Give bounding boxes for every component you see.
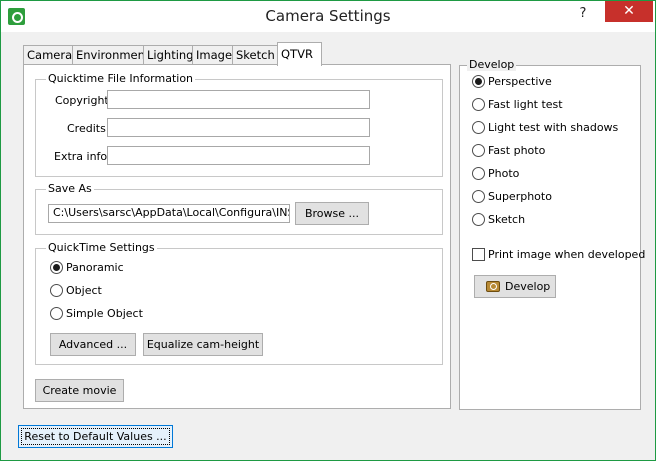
radio-fast-photo-indicator[interactable] <box>472 144 485 157</box>
extra-info-label: Extra info <box>54 150 108 163</box>
develop-button-label: Develop <box>505 280 551 293</box>
tab-image[interactable]: Image <box>192 45 233 65</box>
print-when-developed-box[interactable] <box>472 248 485 261</box>
create-movie-button[interactable]: Create movie <box>35 379 124 402</box>
help-button[interactable]: ? <box>575 6 591 24</box>
tab-environment[interactable]: Environment <box>72 45 149 65</box>
radio-panoramic-indicator[interactable] <box>50 261 63 274</box>
radio-fast-light-test-indicator[interactable] <box>472 98 485 111</box>
develop-group: Perspective Fast light test Light test w… <box>459 65 645 410</box>
radio-superphoto-label: Superphoto <box>488 190 552 203</box>
camera-icon <box>486 281 500 292</box>
tab-lighting[interactable]: Lighting <box>143 45 193 65</box>
credits-field[interactable] <box>107 118 370 137</box>
tab-sketch[interactable]: Sketch <box>232 45 278 65</box>
radio-light-test-shadows-indicator[interactable] <box>472 121 485 134</box>
title-bar: Camera Settings ? ✕ <box>1 1 655 32</box>
tab-camera[interactable]: Camera <box>23 45 73 65</box>
radio-perspective-indicator[interactable] <box>472 75 485 88</box>
credits-label: Credits <box>67 122 106 135</box>
print-when-developed-label: Print image when developed <box>488 248 646 261</box>
equalize-cam-height-button[interactable]: Equalize cam-height <box>143 333 263 356</box>
radio-sketch-label: Sketch <box>488 213 526 226</box>
radio-simple-object-label: Simple Object <box>66 307 143 320</box>
develop-button[interactable]: Develop <box>474 275 556 298</box>
tab-qtvr[interactable]: QTVR <box>277 42 322 66</box>
extra-info-field[interactable] <box>107 146 370 165</box>
copyright-label: Copyright <box>55 94 109 107</box>
save-as-label: Save As <box>46 182 94 195</box>
radio-photo-label: Photo <box>488 167 520 180</box>
radio-fast-light-test-label: Fast light test <box>488 98 563 111</box>
radio-object-indicator[interactable] <box>50 284 63 297</box>
radio-light-test-shadows-label: Light test with shadows <box>488 121 619 134</box>
radio-simple-object-indicator[interactable] <box>50 307 63 320</box>
camera-settings-window: Camera Settings ? ✕ Camera Environment L… <box>0 0 656 461</box>
browse-button[interactable]: Browse ... <box>295 202 369 225</box>
quicktime-file-info-label: Quicktime File Information <box>46 72 196 85</box>
radio-perspective-label: Perspective <box>488 75 552 88</box>
window-title: Camera Settings <box>265 7 391 25</box>
radio-superphoto-indicator[interactable] <box>472 190 485 203</box>
reset-defaults-button[interactable]: Reset to Default Values ... <box>18 425 173 448</box>
radio-photo-indicator[interactable] <box>472 167 485 180</box>
qtvr-tab-panel: Quicktime File Information Copyright Cre… <box>23 64 451 409</box>
copyright-field[interactable] <box>107 90 370 109</box>
radio-sketch-indicator[interactable] <box>472 213 485 226</box>
close-button[interactable]: ✕ <box>605 1 653 22</box>
save-path-field[interactable]: C:\Users\sarsc\AppData\Local\Configura\I… <box>48 204 290 223</box>
radio-fast-photo-label: Fast photo <box>488 144 546 157</box>
advanced-button[interactable]: Advanced ... <box>50 333 136 356</box>
radio-panoramic-label: Panoramic <box>66 261 124 274</box>
radio-object-label: Object <box>66 284 102 297</box>
develop-group-label: Develop <box>467 58 517 71</box>
quicktime-settings-label: QuickTime Settings <box>46 241 157 254</box>
